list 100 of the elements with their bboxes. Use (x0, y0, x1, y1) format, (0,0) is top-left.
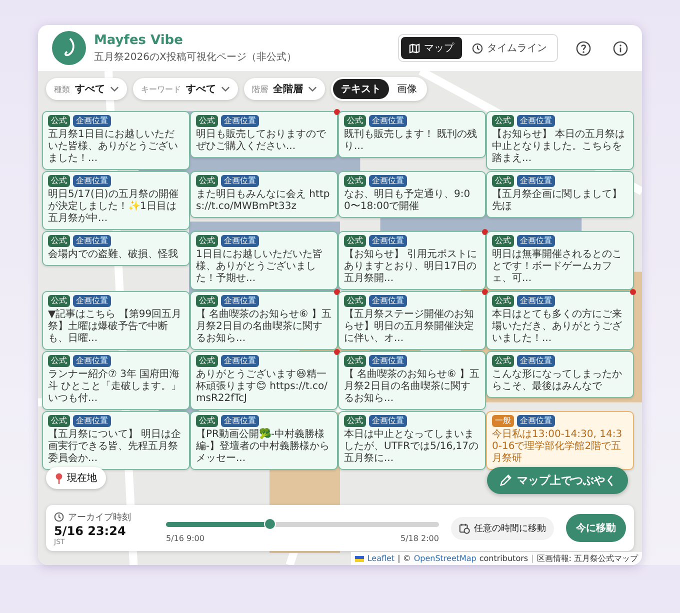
display-mode-toggle[interactable]: テキスト (333, 79, 389, 99)
app-subtitle: 五月祭2026のX投稿可視化ページ（非公式） (94, 50, 298, 64)
post-card[interactable]: 公式 企画位置 1日目にお越しいただいた皆様、ありがとうございました！予期せ... (190, 231, 338, 290)
range-start-label: 5/16 9:00 (166, 534, 204, 542)
jump-to-now-button[interactable]: 今に移動 (566, 514, 626, 542)
chevron-down-icon (110, 86, 119, 92)
post-text: なお、明日も予定通り、9:00〜18:00で開催 (344, 188, 472, 213)
jump-to-time-button[interactable]: 任意の時間に移動 (451, 516, 554, 540)
post-card[interactable]: 公式 企画位置 明日も販売しておりますのでぜひご購入ください... (190, 111, 338, 158)
chevron-down-icon (308, 86, 317, 92)
post-card[interactable]: 公式 企画位置 既刊も販売します！ 既刊の残り... (338, 111, 486, 158)
category-badge: 公式 (492, 295, 514, 307)
flag-icon (355, 556, 364, 562)
location-badge: 企画位置 (221, 295, 259, 307)
post-card[interactable]: 公式 企画位置 ランナー紹介⑦ 3年 国府田海斗 ひとこと「走破します。」いつも付... (42, 351, 190, 410)
post-card[interactable]: 一般 企画位置 今日私は13:00-14:30, 14:30-16で理学部化学館2階で五月祭研 (486, 411, 634, 470)
category-badge: 公式 (196, 415, 218, 427)
category-badge: 公式 (492, 175, 514, 187)
post-card[interactable]: 公式 企画位置 五月祭1日目にお越しいただいた皆様、ありがとうございました！... (42, 111, 190, 170)
clock-icon (472, 42, 483, 54)
category-badge: 公式 (48, 115, 70, 127)
calendar-clock-icon (459, 522, 470, 534)
post-card[interactable]: 公式 企画位置 ▼記事はこちら 【第99回五月祭】土曜は爆破予告で中断も、日曜... (42, 291, 190, 350)
post-card[interactable]: 公式 企画位置 明日は無事開催されるとのことです！ボードゲームカフェ、可... (486, 231, 634, 290)
info-icon (613, 40, 628, 56)
category-badge: 公式 (344, 115, 366, 127)
post-text: ランナー紹介⑦ 3年 国府田海斗 ひとこと「走破します。」いつも付... (48, 368, 182, 405)
category-badge: 公式 (48, 175, 70, 187)
filter-dropdown[interactable]: キーワード すべて (133, 78, 238, 100)
post-card[interactable]: 公式 企画位置 本日はとても多くの方にご来場いただき、ありがとうございました！... (486, 291, 634, 350)
leaf-logo-icon (52, 31, 86, 65)
post-text: 1日目にお越しいただいた皆様、ありがとうございました！予期せ... (196, 248, 324, 285)
location-badge: 企画位置 (369, 295, 407, 307)
post-card[interactable]: 公式 企画位置 【五月祭ステージ開催のお知らせ】明日の五月祭開催決定に伴い、オ... (338, 291, 486, 350)
archive-label: アーカイブ時刻 (68, 512, 131, 524)
post-card[interactable]: 公式 企画位置 会場内での盗難、破損、怪我 (42, 231, 190, 266)
view-tab[interactable]: タイムライン (464, 37, 555, 59)
category-badge: 公式 (196, 295, 218, 307)
location-badge: 企画位置 (73, 295, 111, 307)
view-tab[interactable]: マップ (401, 37, 462, 59)
post-card[interactable]: 公式 企画位置 本日は中止となってしまいましたが、UTFRでは5/16,17の五月祭に... (338, 411, 486, 470)
post-card[interactable]: 公式 企画位置 【五月祭について】 明日は企画実行できる皆、先程五月祭委員会か... (42, 411, 190, 470)
display-mode-toggle[interactable]: 画像 (389, 79, 425, 99)
category-badge: 公式 (492, 355, 514, 367)
chevron-down-icon (221, 86, 230, 92)
location-badge: 企画位置 (221, 175, 259, 187)
post-text: 五月祭1日目にお越しいただいた皆様、ありがとうございました！... (48, 128, 179, 165)
map-icon (409, 42, 420, 54)
post-card[interactable]: 公式 企画位置 【 名曲喫茶のお知らせ⑥ 】五月祭2日目の名曲喫茶に関するお知ら... (190, 291, 338, 350)
pencil-icon (499, 474, 512, 487)
slider-thumb[interactable] (264, 518, 276, 530)
post-text: 明日5/17(日)の五月祭の開催が決定しました！✨1日目は五月祭が中... (48, 188, 180, 225)
post-text: 【五月祭ステージ開催のお知らせ】明日の五月祭開催決定に伴い、オ... (344, 308, 475, 345)
post-card[interactable]: 公式 企画位置 【 名曲喫茶のお知らせ⑥ 】五月祭2日目の名曲喫茶に関するお知ら... (338, 351, 486, 410)
openstreetmap-link[interactable]: OpenStreetMap (414, 554, 476, 563)
category-badge: 公式 (344, 355, 366, 367)
location-badge: 企画位置 (73, 115, 111, 127)
post-text: 会場内での盗難、破損、怪我 (48, 248, 179, 261)
location-badge: 企画位置 (517, 175, 555, 187)
post-text: 既刊も販売します！ 既刊の残り... (344, 128, 478, 153)
filter-dropdown[interactable]: 種類 すべて (46, 78, 127, 100)
post-card[interactable]: 公式 企画位置 こんな形になってしまったからこそ、最後はみんなで (486, 351, 634, 398)
post-text: 【 名曲喫茶のお知らせ⑥ 】五月祭2日目の名曲喫茶に関するお知ら... (344, 368, 480, 405)
category-badge: 公式 (196, 235, 218, 247)
category-badge: 公式 (344, 235, 366, 247)
location-badge: 企画位置 (73, 235, 111, 247)
category-badge: 公式 (48, 295, 70, 307)
location-badge: 企画位置 (221, 355, 259, 367)
post-card[interactable]: 公式 企画位置 【五月祭企画に関しまして】先ほ (486, 171, 634, 218)
leaflet-link[interactable]: Leaflet (367, 554, 395, 563)
filter-dropdown[interactable]: 階層 全階層 (244, 78, 325, 100)
category-badge: 公式 (196, 175, 218, 187)
time-slider[interactable] (166, 522, 439, 526)
post-text: 明日は無事開催されるとのことです！ボードゲームカフェ、可... (492, 248, 623, 285)
post-card[interactable]: 公式 企画位置 【お知らせ】 引用元ポストにありますとおり、明日17日の五月祭開... (338, 231, 486, 290)
post-card[interactable]: 公式 企画位置 なお、明日も予定通り、9:00〜18:00で開催 (338, 171, 486, 218)
post-text: ▼記事はこちら 【第99回五月祭】土曜は爆破予告で中断も、日曜... (48, 308, 183, 345)
clock-icon (54, 512, 64, 522)
category-badge: 公式 (492, 235, 514, 247)
post-on-map-button[interactable]: マップ上でつぶやく (487, 467, 628, 494)
location-badge: 企画位置 (369, 235, 407, 247)
post-card[interactable]: 公式 企画位置 また明日もみんなに会え https://t.co/MWBmPt33z (190, 171, 338, 218)
post-card[interactable]: 公式 企画位置 【お知らせ】 本日の五月祭は中止となりました。こちらを踏まえ... (486, 111, 634, 170)
post-text: 【五月祭企画に関しまして】先ほ (492, 188, 623, 213)
post-card[interactable]: 公式 企画位置 【PR動画公開🥦-中村義勝様編-】登壇者の中村義勝様からメッセー... (190, 411, 338, 470)
post-text: 明日も販売しておりますのでぜひご購入ください... (196, 128, 327, 153)
archive-time: 5/16 23:24 (54, 524, 127, 538)
category-badge: 公式 (344, 415, 366, 427)
post-card[interactable]: 公式 企画位置 ありがとうございます😆精一杯頑張ります😊 https://t.co/msR22fTcJ (190, 351, 338, 410)
current-location-button[interactable]: 現在地 (46, 467, 106, 489)
post-card[interactable]: 公式 企画位置 明日5/17(日)の五月祭の開催が決定しました！✨1日目は五月祭が中... (42, 171, 190, 230)
post-text: 本日はとても多くの方にご来場いただき、ありがとうございました！... (492, 308, 623, 345)
location-badge: 企画位置 (517, 235, 555, 247)
range-end-label: 5/18 2:00 (400, 534, 439, 542)
location-badge: 企画位置 (221, 235, 259, 247)
category-badge: 公式 (48, 355, 70, 367)
post-text: こんな形になってしまったからこそ、最後はみんなで (492, 368, 623, 393)
location-badge: 企画位置 (517, 415, 555, 427)
post-text: 【五月祭について】 明日は企画実行できる皆、先程五月祭委員会か... (48, 428, 182, 465)
help-icon (576, 40, 591, 56)
